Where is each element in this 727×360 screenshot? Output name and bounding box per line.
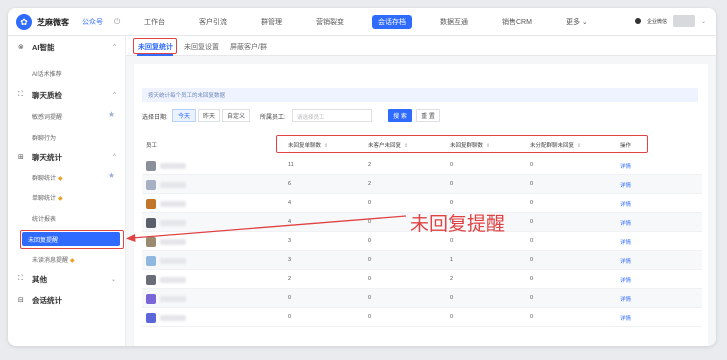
callout-label: 未回复提醒: [410, 213, 506, 235]
annotation-arrow: [126, 215, 407, 242]
app-window: ✿ 芝麻微客 公众号 ⏻ 工作台 客户引流 群管理 营销裂变 会话存档 数据互通 销售CRM…: [8, 8, 716, 346]
